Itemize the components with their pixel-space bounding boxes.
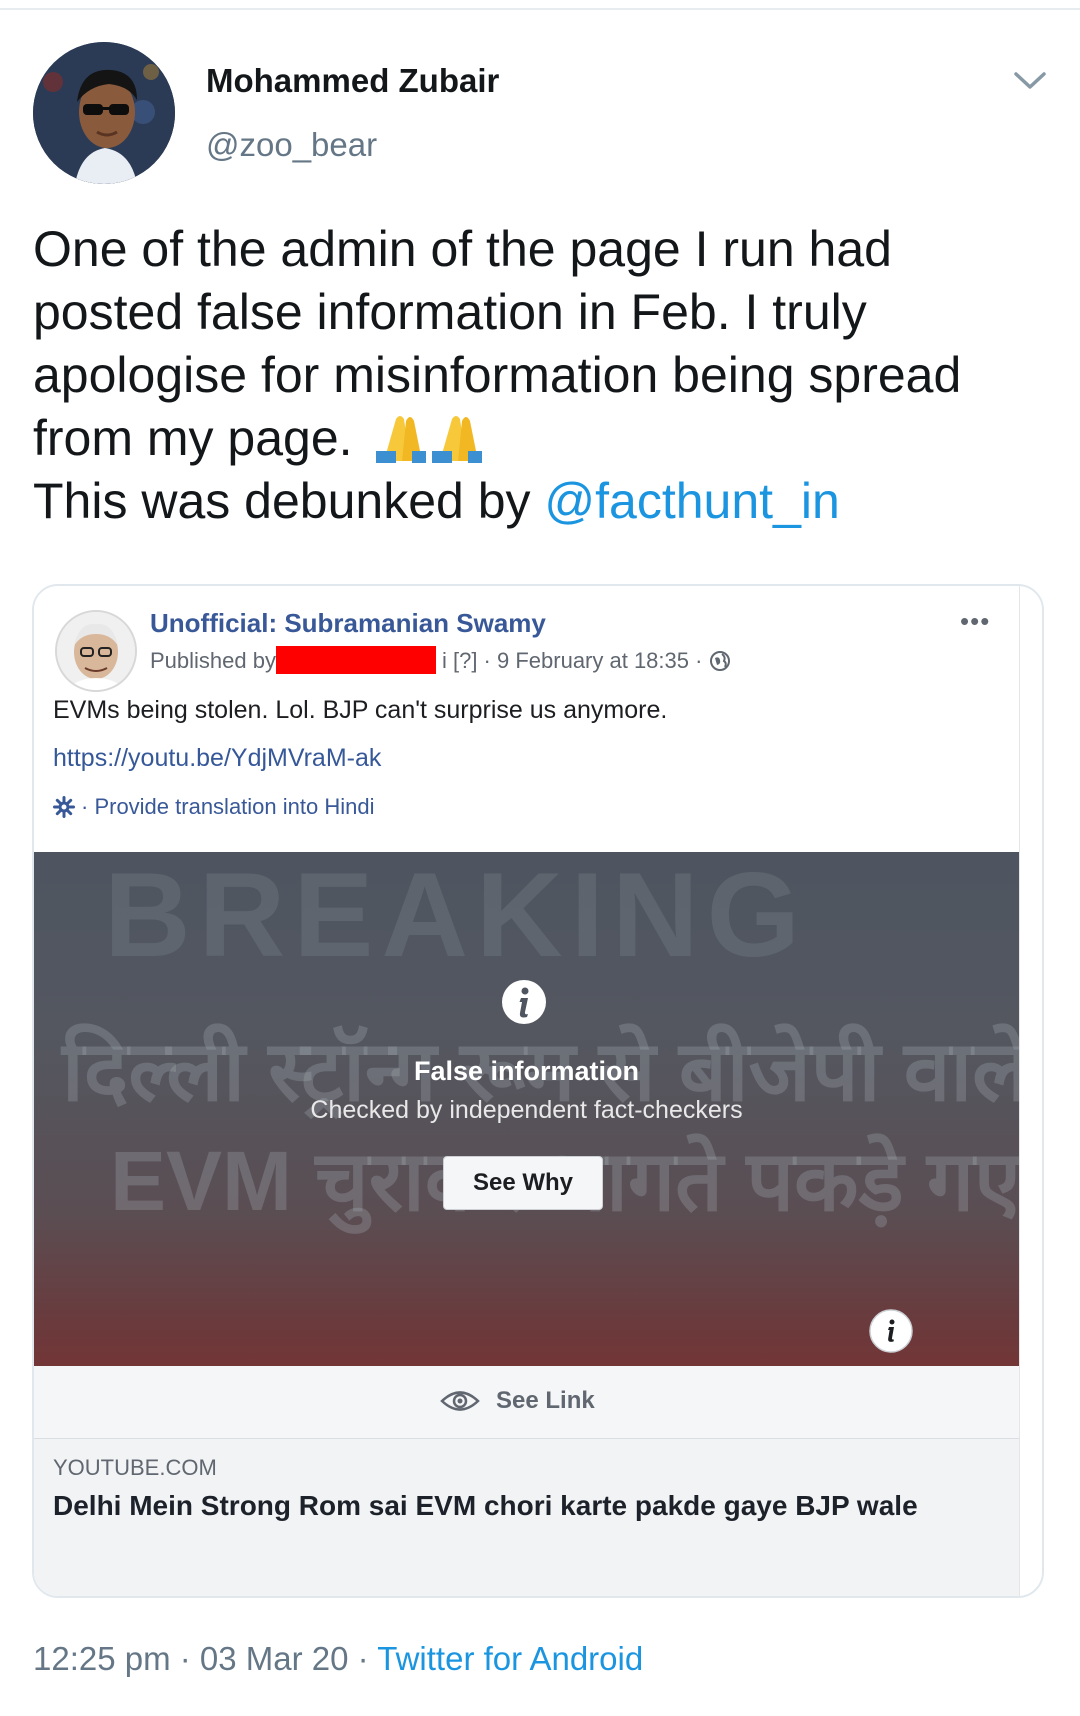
info-icon (502, 980, 546, 1024)
post-link[interactable]: https://youtu.be/YdjMVraM-ak (53, 744, 381, 773)
preview-domain: YOUTUBE.COM (53, 1455, 217, 1480)
top-divider (0, 8, 1080, 10)
link-preview[interactable]: YOUTUBE.COM Delhi Mein Strong Rom sai EV… (34, 1439, 1019, 1596)
more-options-icon[interactable]: ••• (960, 606, 990, 637)
tweet-text-line: posted false information in Feb. I truly (33, 284, 867, 340)
redaction-block (275, 646, 436, 674)
see-link-label: See Link (496, 1387, 595, 1414)
author-handle[interactable]: @zoo_bear (206, 126, 377, 164)
avatar-image (33, 42, 175, 184)
blurred-headline: BREAKING (104, 852, 809, 982)
post-meta-suffix: i [?] · 9 February at 18:35 · (441, 648, 709, 673)
preview-title: Delhi Mein Strong Rom sai EVM chori kart… (53, 1490, 918, 1521)
see-link-row[interactable]: See Link (34, 1366, 1019, 1439)
gear-icon (53, 796, 75, 818)
tweet-text-line: One of the admin of the page I run had (33, 221, 892, 277)
tweet-text-line: apologise for misinformation being sprea… (33, 347, 962, 403)
page-avatar (55, 610, 137, 692)
page-avatar-image (57, 612, 135, 690)
translate-label: · Provide translation into Hindi (81, 794, 375, 819)
page-name[interactable]: Unofficial: Subramanian Swamy (150, 608, 546, 639)
fact-check-subtitle: Checked by independent fact-checkers (310, 1096, 743, 1124)
tweet-text-line: from my page. (33, 410, 353, 466)
globe-icon (709, 651, 730, 671)
false-information-title: False information (413, 1056, 640, 1086)
chevron-down-icon[interactable] (1010, 66, 1050, 94)
tweet-text-line-with-emoji: from my page. (33, 407, 1043, 470)
facebook-post: Unofficial: Subramanian Swamy Published … (34, 586, 1020, 1596)
separator: · (348, 1640, 378, 1677)
post-meta: Published by i [?] · 9 February at 18:35 … (150, 646, 731, 674)
tweet-footer: 12:25 pm · 03 Mar 20 · Twitter for Andro… (33, 1640, 643, 1678)
info-icon[interactable] (868, 1308, 914, 1354)
debunk-prefix: This was debunked by (33, 473, 545, 529)
tweet-source[interactable]: Twitter for Android (377, 1640, 643, 1677)
author-avatar[interactable] (33, 42, 175, 184)
tweet-debunk-line: This was debunked by @facthunt_in (33, 470, 1043, 533)
see-why-button[interactable]: See Why (443, 1156, 603, 1210)
folded-hands-emoji-icon (376, 416, 483, 463)
false-information-overlay: BREAKING दिल्ली स्ट्रॉन्ग रूम से बीजेपी … (34, 852, 1019, 1366)
eye-icon (440, 1391, 480, 1411)
tweet-date[interactable]: 03 Mar 20 (200, 1640, 349, 1677)
published-by-label: Published by (150, 648, 276, 673)
post-text: EVMs being stolen. Lol. BJP can't surpri… (53, 696, 668, 724)
tweet-time[interactable]: 12:25 pm (33, 1640, 171, 1677)
embedded-screenshot-card[interactable]: Unofficial: Subramanian Swamy Published … (32, 584, 1044, 1598)
separator: · (170, 1640, 200, 1677)
mention-link[interactable]: @facthunt_in (544, 473, 839, 529)
translate-row[interactable]: · Provide translation into Hindi (53, 794, 374, 820)
author-name[interactable]: Mohammed Zubair (206, 62, 499, 100)
tweet-text: One of the admin of the page I run had p… (33, 218, 1043, 533)
